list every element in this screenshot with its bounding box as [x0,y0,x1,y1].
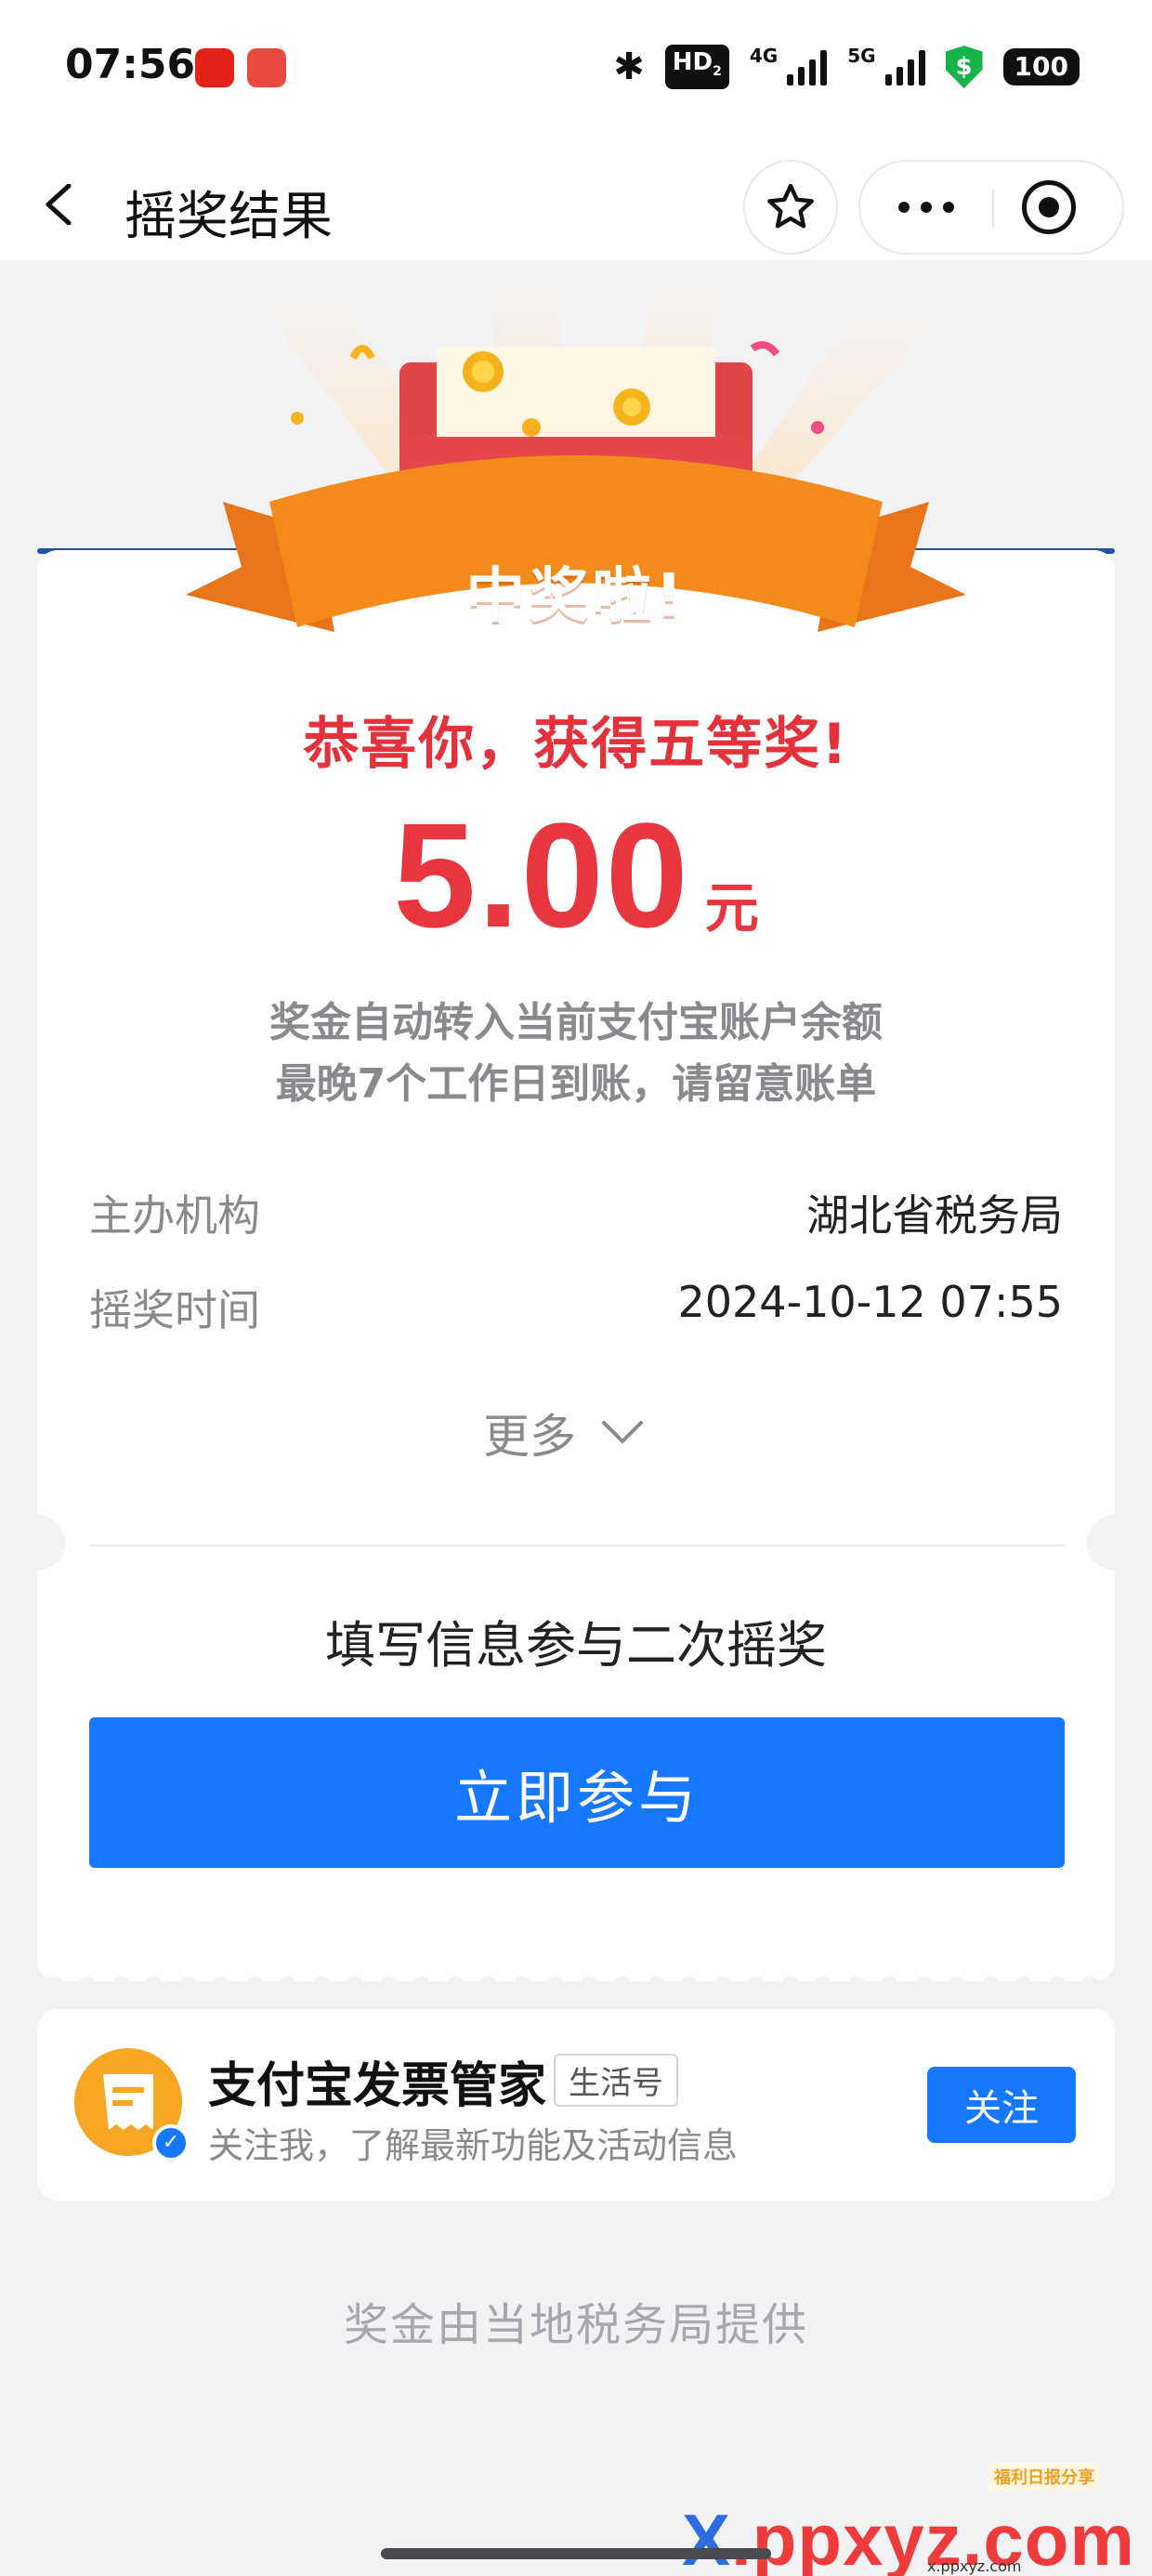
more-options-button[interactable] [860,162,992,253]
more-label: 更多 [483,1410,576,1464]
coin-icon [522,418,541,437]
card-scallop-edge [37,1963,1115,1985]
watermark-sub: x.ppxyz.com [927,2557,1022,2575]
network-4g-label: 4G [749,45,779,67]
shopping-app-icon [247,48,286,87]
join-now-button[interactable]: 立即参与 [89,1717,1065,1868]
signal-icon-2 [884,48,925,86]
card-divider [89,1544,1065,1546]
more-dot-icon [921,202,932,213]
status-time: 07:56 [65,41,196,88]
watermark-logo: X.ppxyz.com [682,2499,1135,2576]
account-description: 关注我，了解最新功能及活动信息 [208,2125,739,2166]
amount-value: 5.00 [393,792,690,958]
draw-time-value: 2024-10-12 07:55 [677,1277,1063,1327]
organizer-value: 湖北省税务局 [806,1190,1063,1241]
capsule-divider [992,190,994,227]
home-indicator[interactable] [381,2548,771,2559]
card-notch-left [9,1515,65,1571]
payout-note-1: 奖金自动转入当前支付宝账户余额 [269,999,883,1046]
news-app-icon [195,48,234,87]
verified-badge-icon: ✓ [152,2124,190,2162]
hd-voice-icon: HD2 [664,45,729,90]
security-shield-icon: $ [945,46,983,89]
draw-time-label: 摇奖时间 [89,1285,260,1335]
second-draw-title: 填写信息参与二次摇奖 [325,1616,827,1675]
watermark-badge: 福利日报分享 [988,2463,1100,2491]
bluetooth-icon: ✱ [613,46,645,89]
star-icon [767,183,814,229]
signal-icon [787,48,828,86]
follow-button[interactable]: 关注 [927,2067,1076,2143]
footer-note: 奖金由当地税务局提供 [343,2299,808,2351]
miniapp-capsule [858,160,1124,255]
more-dot-icon [898,202,910,213]
nav-bar: 摇奖结果 [0,139,1152,260]
status-icons: ✱ HD2 4G 5G $ 100 [613,45,1080,90]
page-title: 摇奖结果 [124,187,333,247]
chevron-down-icon [602,1421,643,1443]
account-card[interactable]: ✓ 支付宝发票管家 生活号 关注我，了解最新功能及活动信息 关注 [37,2009,1115,2201]
organizer-label: 主办机构 [89,1190,260,1241]
prize-amount: 5.00 元 [37,790,1115,961]
card-notch-right [1087,1515,1143,1571]
close-miniapp-icon[interactable] [1022,180,1076,234]
congrats-text: 恭喜你，获得五等奖! [303,712,849,777]
payout-note-2: 最晚7个工作日到账，请留意账单 [275,1060,877,1108]
receipt-icon [103,2074,153,2130]
back-arrow-icon[interactable] [41,184,82,225]
account-type-badge: 生活号 [554,2054,678,2107]
network-5g-label: 5G [847,45,876,67]
more-button[interactable]: 更多 [483,1400,645,1466]
battery-icon: 100 [1002,48,1080,86]
account-name: 支付宝发票管家 [208,2058,547,2114]
favorite-button[interactable] [743,160,838,255]
status-bar: 07:56 ✱ HD2 4G 5G $ 100 [0,0,1152,139]
more-dot-icon [943,202,954,213]
ribbon-text: 中奖啦! [465,562,687,631]
amount-unit: 元 [704,876,759,940]
